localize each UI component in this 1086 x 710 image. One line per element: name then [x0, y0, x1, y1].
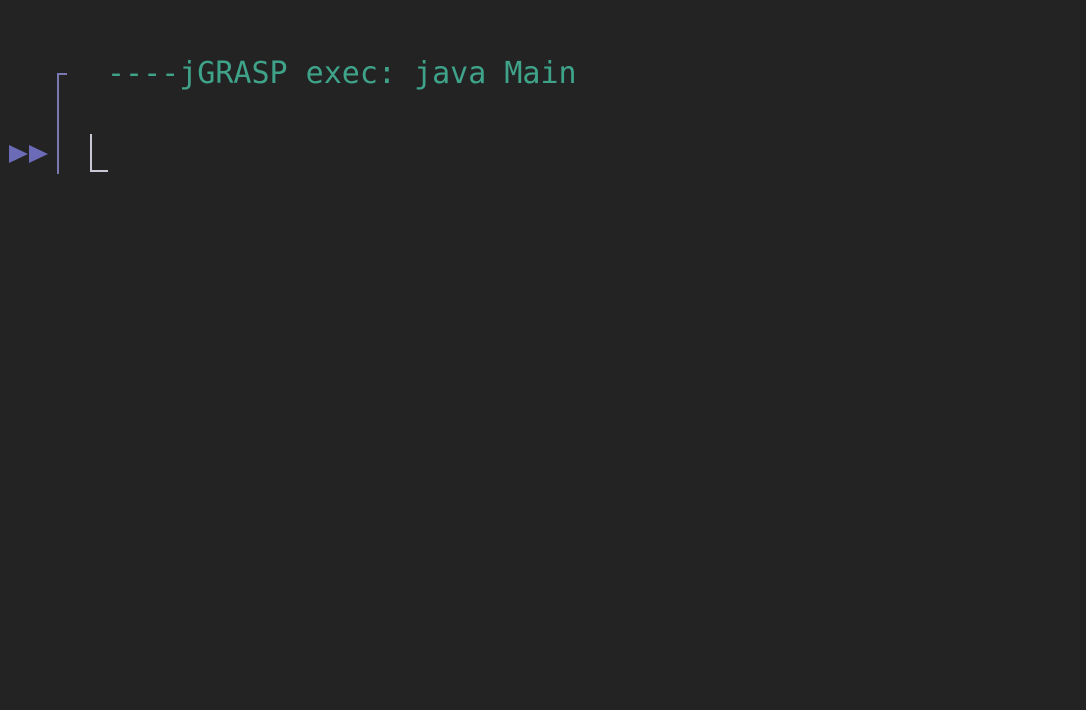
run-arrow-icon: [9, 145, 48, 163]
run-io-console[interactable]: ----jGRASP exec: java Main: [0, 0, 1086, 710]
exec-command-line: ----jGRASP exec: java Main: [107, 56, 577, 91]
input-cursor-icon: [90, 134, 108, 172]
output-bracket-icon: [57, 73, 67, 174]
